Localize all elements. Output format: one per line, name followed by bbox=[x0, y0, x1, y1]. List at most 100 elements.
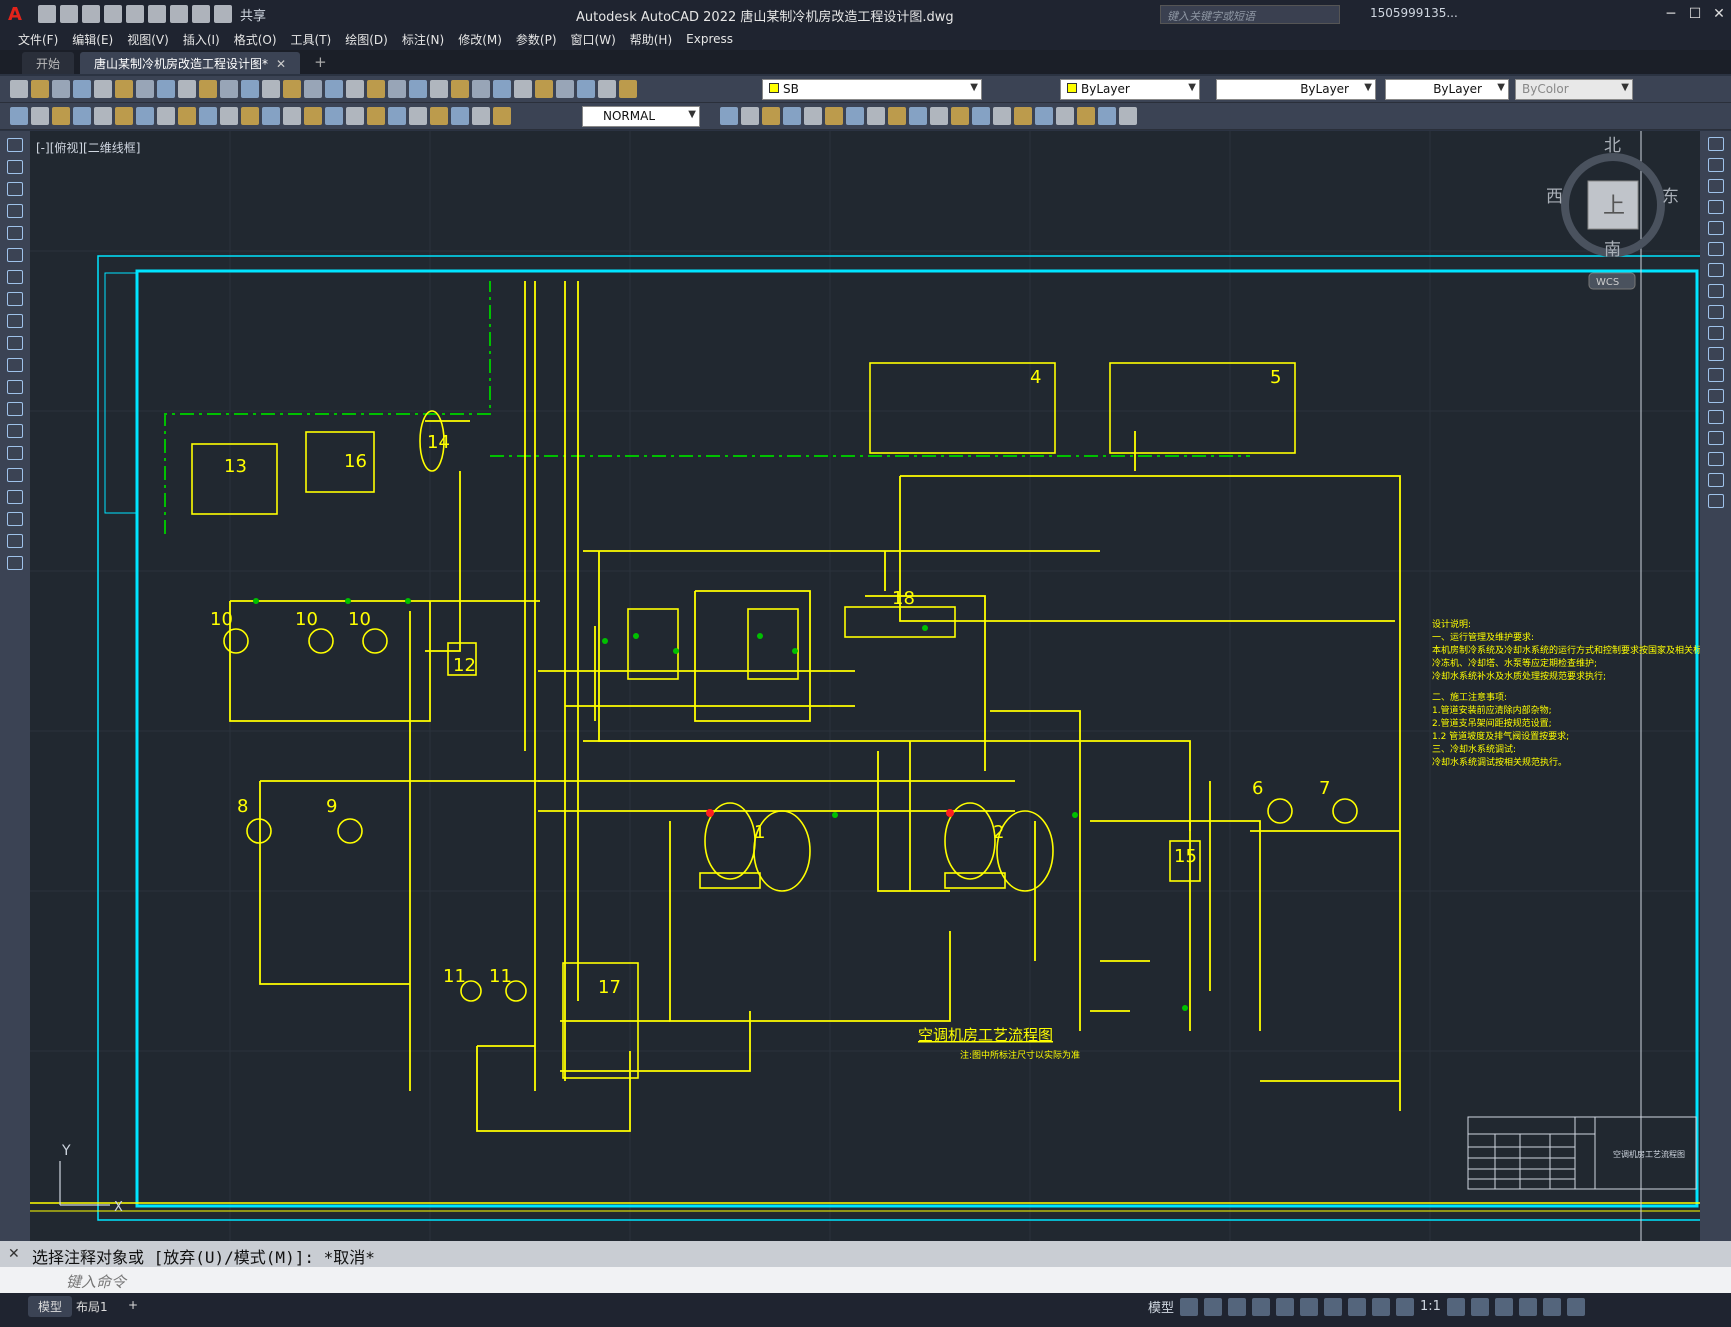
angular-dim-icon[interactable] bbox=[157, 107, 175, 125]
insert-icon[interactable] bbox=[783, 107, 801, 125]
color-dropdown[interactable]: ByLayer ▼ bbox=[1060, 79, 1200, 100]
insert-icon[interactable] bbox=[930, 107, 948, 125]
aligned-dim-icon[interactable] bbox=[346, 107, 364, 125]
command-close-icon[interactable]: ✕ bbox=[8, 1246, 20, 1262]
tab-drawing[interactable]: 唐山某制冷机房改造工程设计图* ✕ bbox=[80, 52, 301, 74]
scale-icon[interactable] bbox=[1707, 284, 1724, 298]
fullscreen-icon[interactable] bbox=[1542, 1297, 1561, 1316]
menu-item[interactable]: Express bbox=[684, 32, 745, 46]
plus-icon[interactable] bbox=[1470, 1297, 1489, 1316]
tolerance-icon[interactable] bbox=[241, 107, 259, 125]
menu-item[interactable]: 绘图(D) bbox=[343, 31, 400, 48]
block-icon[interactable] bbox=[762, 107, 780, 125]
blend-icon[interactable] bbox=[1707, 473, 1724, 487]
save-icon[interactable] bbox=[598, 80, 616, 98]
freeze-icon[interactable] bbox=[514, 80, 532, 98]
menu-item[interactable]: 修改(M) bbox=[456, 31, 514, 48]
menu-item[interactable]: 插入(I) bbox=[181, 31, 232, 48]
array-icon[interactable] bbox=[1707, 221, 1724, 235]
new-icon[interactable] bbox=[10, 80, 28, 98]
lineweight-icon[interactable] bbox=[1324, 1297, 1343, 1316]
text-icon[interactable] bbox=[7, 534, 23, 548]
move-icon[interactable] bbox=[1707, 242, 1724, 256]
join-icon[interactable] bbox=[1707, 410, 1724, 424]
user-account[interactable]: 1505999135... bbox=[1370, 6, 1458, 20]
ordinate-dim-icon[interactable] bbox=[73, 107, 91, 125]
publish-icon[interactable] bbox=[115, 80, 133, 98]
add-selected-icon[interactable] bbox=[7, 556, 23, 570]
add-layout-icon[interactable]: + bbox=[118, 1296, 148, 1314]
search-input[interactable]: 键入关键字或短语 bbox=[1160, 5, 1340, 24]
wipeout-icon[interactable] bbox=[846, 107, 864, 125]
close-icon[interactable]: ✕ bbox=[1707, 0, 1731, 28]
attribute-icon[interactable] bbox=[951, 107, 969, 125]
tab-start[interactable]: 开始 bbox=[22, 52, 75, 74]
layer-icon[interactable] bbox=[451, 80, 469, 98]
insert-icon[interactable] bbox=[1077, 107, 1095, 125]
save-icon[interactable] bbox=[52, 80, 70, 98]
mirror-icon[interactable] bbox=[1707, 179, 1724, 193]
drawing-canvas[interactable]: [-][俯视][二维线框] Y X 1 2 4 5 6 7 8 9 10 10 … bbox=[30, 131, 1700, 1241]
plot-icon[interactable] bbox=[73, 80, 91, 98]
layer-state-icon[interactable] bbox=[741, 107, 759, 125]
linear-dim-icon[interactable] bbox=[10, 107, 28, 125]
menu-item[interactable]: 编辑(E) bbox=[70, 31, 125, 48]
arc-icon[interactable] bbox=[7, 182, 23, 196]
rotate-icon[interactable] bbox=[1707, 263, 1724, 277]
new-icon[interactable] bbox=[38, 5, 56, 23]
hatch-icon[interactable] bbox=[7, 446, 23, 460]
annotation-visibility-icon[interactable] bbox=[1396, 1297, 1415, 1316]
open-icon[interactable] bbox=[577, 80, 595, 98]
web-open-icon[interactable] bbox=[126, 5, 144, 23]
fillet-icon[interactable] bbox=[1707, 452, 1724, 466]
save-as-icon[interactable] bbox=[104, 5, 122, 23]
chamfer-icon[interactable] bbox=[1707, 431, 1724, 445]
tool-palette-icon[interactable] bbox=[346, 80, 364, 98]
group-icon[interactable] bbox=[1119, 107, 1137, 125]
sun-icon[interactable] bbox=[493, 80, 511, 98]
open-icon[interactable] bbox=[31, 80, 49, 98]
inspect-icon[interactable] bbox=[283, 107, 301, 125]
textstyle-dropdown[interactable]: NORMAL ▼ bbox=[582, 106, 700, 127]
gradient-icon[interactable] bbox=[7, 468, 23, 482]
lineweight-dropdown[interactable]: ByLayer ▼ bbox=[1385, 79, 1509, 100]
radius-dim-icon[interactable] bbox=[94, 107, 112, 125]
baseline-dim-icon[interactable] bbox=[199, 107, 217, 125]
print-icon[interactable] bbox=[170, 5, 188, 23]
ortho-icon[interactable] bbox=[1228, 1297, 1247, 1316]
menu-item[interactable]: 窗口(W) bbox=[569, 31, 628, 48]
table-icon[interactable] bbox=[7, 512, 23, 526]
menu-item[interactable]: 标注(N) bbox=[400, 31, 456, 48]
group-icon[interactable] bbox=[972, 107, 990, 125]
polyline-icon[interactable] bbox=[7, 160, 23, 174]
autocad-logo[interactable]: A bbox=[0, 0, 30, 28]
open-icon[interactable] bbox=[60, 5, 78, 23]
quick-dim-icon[interactable] bbox=[493, 107, 511, 125]
annotation-icon[interactable] bbox=[1372, 1297, 1391, 1316]
match-icon[interactable] bbox=[199, 80, 217, 98]
arc2-icon[interactable] bbox=[7, 248, 23, 262]
angular-dim-icon[interactable] bbox=[472, 107, 490, 125]
spline-icon[interactable] bbox=[7, 314, 23, 328]
attribute-icon[interactable] bbox=[1098, 107, 1116, 125]
osnap-icon[interactable] bbox=[1276, 1297, 1295, 1316]
line-icon[interactable] bbox=[7, 138, 23, 152]
design-center-icon[interactable] bbox=[325, 80, 343, 98]
paste-icon[interactable] bbox=[178, 80, 196, 98]
undo-icon[interactable] bbox=[192, 5, 210, 23]
trim-icon[interactable] bbox=[1707, 326, 1724, 340]
lock-icon[interactable] bbox=[535, 80, 553, 98]
grid-icon[interactable] bbox=[1180, 1297, 1199, 1316]
circle-icon[interactable] bbox=[7, 270, 23, 284]
block-icon[interactable] bbox=[1056, 107, 1074, 125]
markup-icon[interactable] bbox=[388, 80, 406, 98]
web-save-icon[interactable] bbox=[148, 5, 166, 23]
dim-style-icon[interactable] bbox=[720, 107, 738, 125]
layer-dropdown[interactable]: SB ▼ bbox=[762, 79, 982, 100]
layer-state-icon[interactable] bbox=[1035, 107, 1053, 125]
cloud-icon[interactable] bbox=[7, 292, 23, 306]
gear-icon[interactable] bbox=[1446, 1297, 1465, 1316]
offset-icon[interactable] bbox=[1707, 200, 1724, 214]
attribute-icon[interactable] bbox=[804, 107, 822, 125]
stretch-icon[interactable] bbox=[1707, 305, 1724, 319]
